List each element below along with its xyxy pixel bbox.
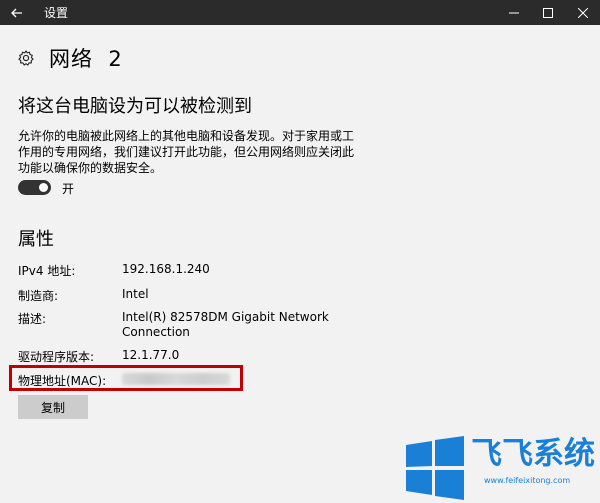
close-button[interactable]: [566, 0, 600, 25]
driver-version-label: 驱动程序版本:: [18, 350, 95, 364]
discoverable-description: 允许你的电脑被此网络上的其他电脑和设备发现。对于家用或工作用的专用网络，我们建议…: [18, 129, 355, 175]
ipv4-value: 192.168.1.240: [122, 262, 210, 276]
manufacturer-label: 制造商:: [18, 289, 59, 303]
mac-highlight-box: [9, 365, 243, 391]
toggle-state-label: 开: [62, 182, 75, 196]
maximize-button[interactable]: [531, 0, 565, 25]
page-header: 网络 2: [17, 43, 123, 73]
discoverable-toggle[interactable]: [18, 180, 51, 195]
minimize-icon: [509, 12, 519, 13]
watermark-url: www.feifeixitong.com: [484, 476, 571, 485]
page-title: 网络 2: [49, 47, 123, 71]
description-value: Intel(R) 82578DM Gigabit Network Connect…: [122, 310, 329, 339]
discoverable-heading: 将这台电脑设为可以被检测到: [18, 96, 252, 117]
description-label: 描述:: [18, 312, 47, 326]
driver-version-value: 12.1.77.0: [122, 348, 180, 362]
title-bar: 设置: [0, 0, 600, 25]
window-title: 设置: [44, 6, 69, 20]
back-arrow-icon: [11, 8, 22, 17]
settings-content: 网络 2 将这台电脑设为可以被检测到 允许你的电脑被此网络上的其他电脑和设备发现…: [0, 25, 600, 500]
close-icon: [578, 7, 588, 18]
watermark-brand: 飞飞系统: [471, 436, 595, 472]
minimize-button[interactable]: [497, 0, 531, 25]
properties-heading: 属性: [18, 229, 54, 250]
maximize-icon: [543, 7, 553, 18]
gear-icon: [18, 50, 34, 66]
back-button[interactable]: [0, 0, 34, 25]
copy-button[interactable]: 复制: [18, 395, 88, 419]
ipv4-label: IPv4 地址:: [18, 264, 76, 278]
toggle-knob: [39, 183, 48, 192]
manufacturer-value: Intel: [122, 287, 149, 301]
